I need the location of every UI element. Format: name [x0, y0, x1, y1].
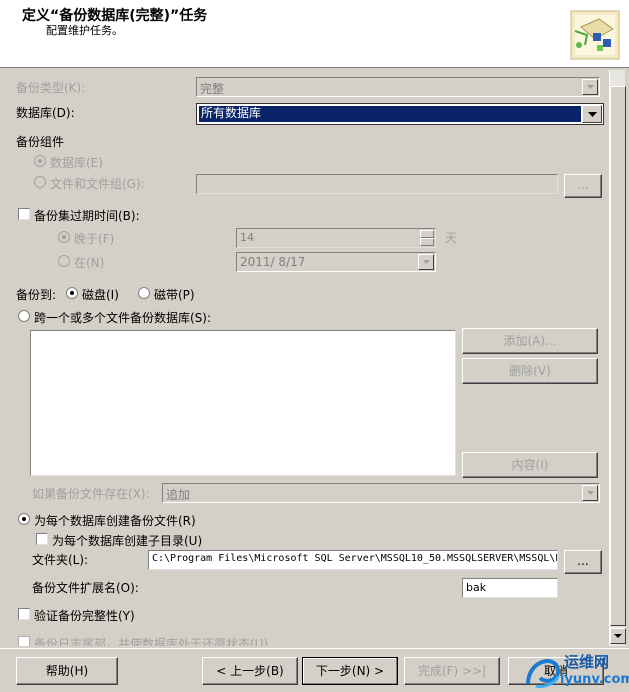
subdir-checkbox[interactable]	[36, 533, 48, 545]
files-input[interactable]	[196, 174, 558, 194]
backup-type-label: 备份类型(K):	[16, 81, 86, 95]
component-files-label: 文件和文件组(G):	[50, 177, 145, 191]
ext-label: 备份文件扩展名(O):	[32, 581, 139, 595]
scrollbar-thumb[interactable]	[610, 86, 626, 626]
backup-files-list[interactable]	[30, 330, 456, 476]
files-browse-button[interactable]: ...	[564, 174, 602, 198]
chevron-down-icon[interactable]	[582, 105, 602, 123]
vertical-scrollbar[interactable]	[609, 70, 626, 646]
spin-up-icon[interactable]	[420, 230, 434, 238]
remove-file-button[interactable]: 删除(V)	[462, 358, 598, 384]
chevron-down-icon[interactable]	[582, 79, 598, 95]
folder-label: 文件夹(L):	[32, 553, 89, 567]
expiry-after-label: 晚于(F)	[74, 232, 115, 246]
if-exists-select[interactable]: 追加	[162, 483, 600, 503]
backup-to-tape-label: 磁带(P)	[154, 288, 195, 302]
expiry-date-value: 2011/ 8/17	[240, 255, 306, 269]
watermark-swirl-icon	[526, 659, 560, 688]
ext-value: bak	[466, 581, 487, 594]
verify-checkbox[interactable]	[18, 608, 30, 620]
help-button[interactable]: 帮助(H)	[16, 657, 118, 685]
add-file-button[interactable]: 添加(A)...	[462, 328, 598, 354]
component-database-radio[interactable]	[34, 155, 46, 167]
component-files-radio[interactable]	[34, 176, 46, 188]
if-exists-label: 如果备份文件存在(X):	[32, 487, 150, 501]
ext-input[interactable]: bak	[462, 578, 558, 598]
verify-label: 验证备份完整性(Y)	[34, 609, 135, 623]
expiry-label: 备份集过期时间(B):	[34, 209, 140, 223]
maintenance-task-icon	[570, 10, 620, 60]
watermark-logo: 运维网 iyunv.com	[520, 648, 629, 692]
database-value: 所有数据库	[199, 106, 581, 122]
backup-to-disk-label: 磁盘(I)	[82, 288, 119, 302]
backup-to-label: 备份到:	[16, 288, 57, 302]
expiry-unit-label: 天	[445, 231, 458, 245]
folder-value: C:\Program Files\Microsoft SQL Server\MS…	[152, 553, 558, 564]
wizard-header: 定义“备份数据库(完整)”任务 配置维护任务。	[0, 0, 629, 68]
folder-input[interactable]: C:\Program Files\Microsoft SQL Server\MS…	[148, 550, 558, 570]
database-label: 数据库(D):	[16, 106, 75, 120]
span-files-label: 跨一个或多个文件备份数据库(S):	[34, 311, 212, 325]
chevron-down-icon[interactable]	[418, 254, 434, 270]
subdir-label: 为每个数据库创建子目录(U)	[52, 534, 203, 548]
contents-button[interactable]: 内容(I)	[462, 452, 598, 478]
per-db-label: 为每个数据库创建备份文件(R)	[34, 514, 196, 528]
backup-to-tape-radio[interactable]	[138, 287, 150, 299]
scroll-down-icon[interactable]	[610, 628, 626, 644]
folder-browse-button[interactable]: ...	[564, 550, 602, 574]
backup-type-value: 完整	[200, 82, 225, 96]
expiry-date-picker[interactable]: 2011/ 8/17	[236, 252, 436, 272]
expiry-on-label: 在(N)	[74, 256, 105, 270]
spin-down-icon[interactable]	[420, 238, 434, 246]
backup-component-label: 备份组件	[16, 135, 65, 149]
expiry-days-value: 14	[240, 231, 254, 244]
expiry-checkbox[interactable]	[18, 208, 30, 220]
per-db-radio[interactable]	[18, 513, 30, 525]
expiry-on-radio[interactable]	[58, 255, 70, 267]
span-files-radio[interactable]	[18, 310, 30, 322]
tail-log-checkbox[interactable]	[18, 636, 30, 646]
finish-button[interactable]: 完成(F) >>|	[404, 657, 500, 685]
watermark-text-main: 运维网	[564, 653, 610, 671]
task-settings-panel: 备份类型(K): 完整 数据库(D): 所有数据库 备份组件 数据库(E) 文件…	[4, 70, 609, 646]
next-button[interactable]: 下一步(N) >	[302, 657, 398, 685]
watermark-text-url: iyunv.com	[560, 672, 629, 687]
database-select[interactable]: 所有数据库	[196, 103, 604, 125]
if-exists-value: 追加	[166, 488, 191, 502]
component-database-label: 数据库(E)	[50, 156, 103, 170]
tail-log-label: 备份日志尾部，并使数据库处于还原状态(U)	[34, 637, 269, 646]
backup-type-select[interactable]: 完整	[196, 77, 600, 97]
backup-to-disk-radio[interactable]	[66, 287, 78, 299]
back-button[interactable]: < 上一步(B)	[202, 657, 298, 685]
chevron-down-icon[interactable]	[582, 485, 598, 501]
expiry-days-spinner[interactable]: 14	[236, 228, 436, 248]
expiry-after-radio[interactable]	[58, 231, 70, 243]
page-subtitle: 配置维护任务。	[46, 24, 123, 37]
